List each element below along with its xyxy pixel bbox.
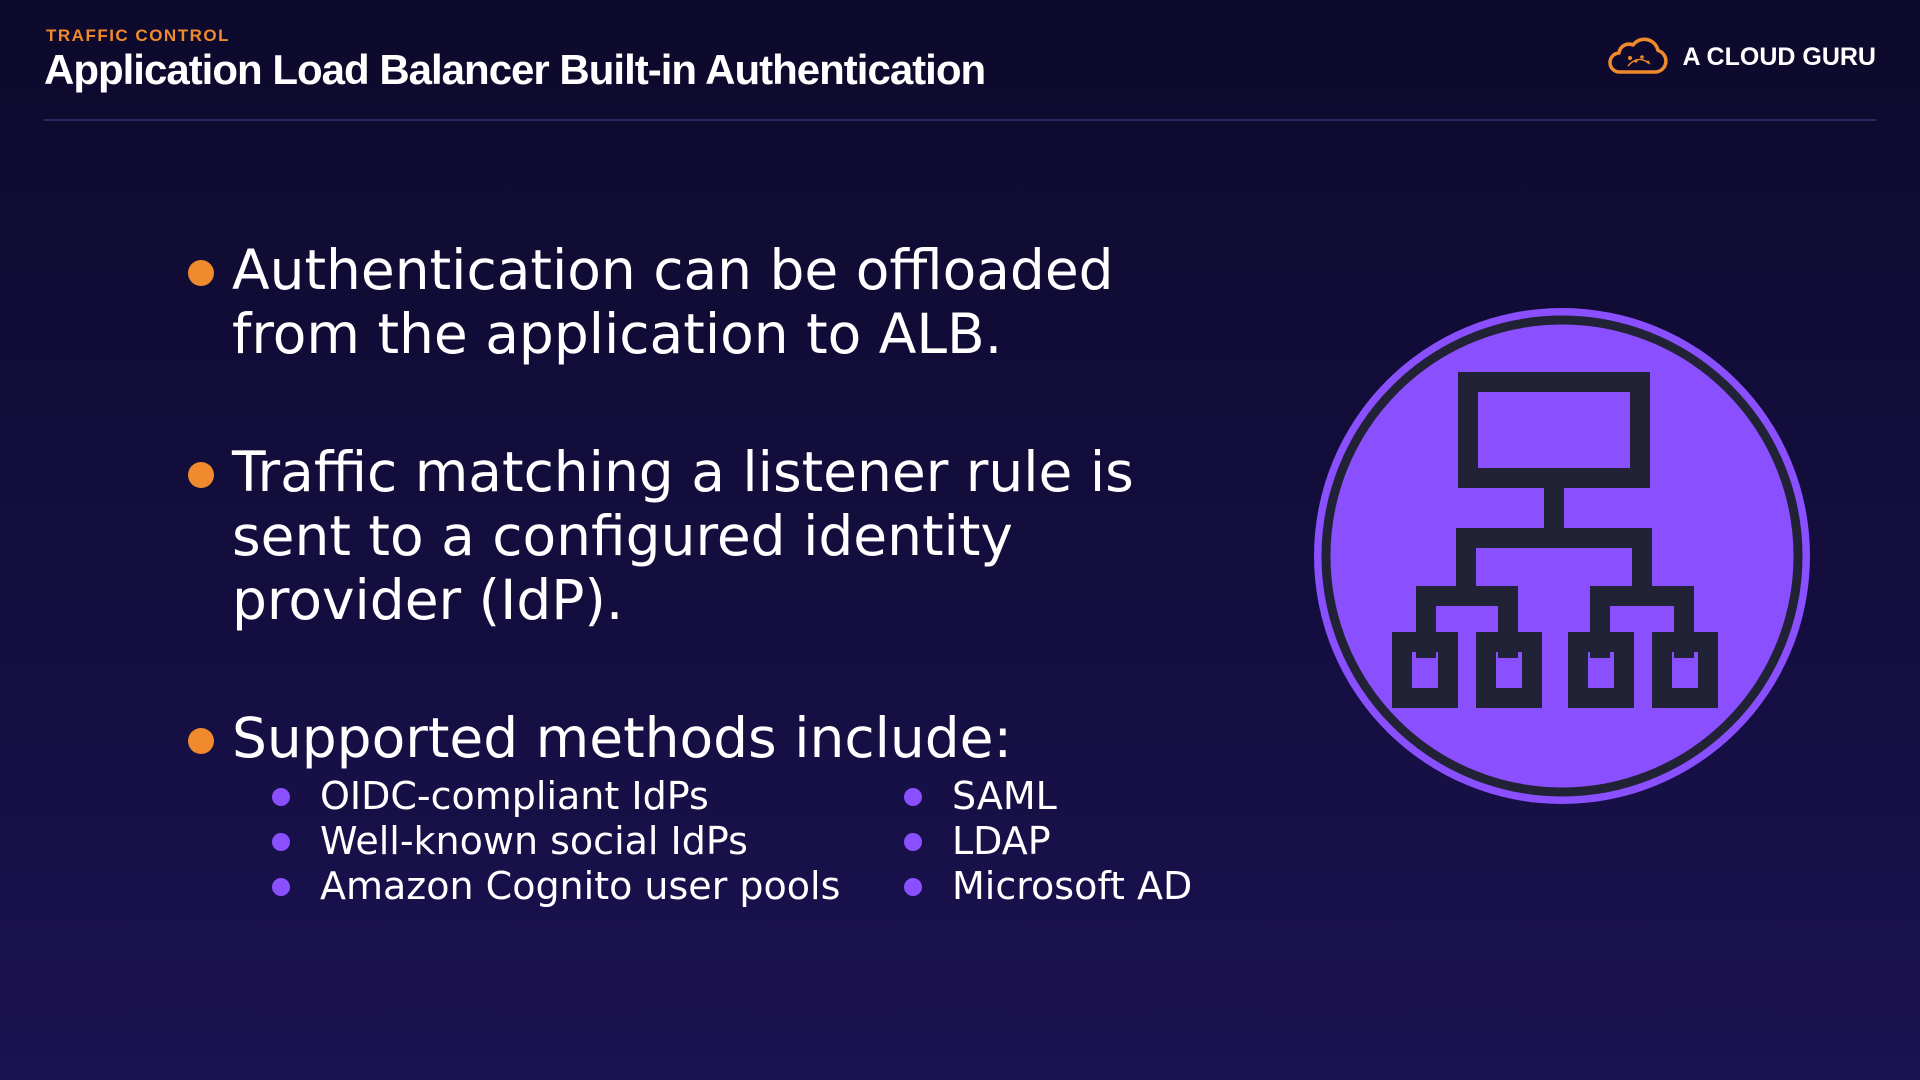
bullet-item: Authentication can be offloaded from the… <box>188 238 1114 366</box>
sub-bullet-dot <box>904 832 922 851</box>
sub-bullet-dot <box>272 787 290 806</box>
method-item: Amazon Cognito user pools <box>272 864 904 909</box>
bullet-dot <box>188 728 214 754</box>
bullet-dot <box>188 462 214 488</box>
method-item: Well-known social IdPs <box>272 819 904 864</box>
bullet-dot <box>188 260 214 286</box>
bullet-text: Supported methods include: <box>232 706 1012 770</box>
bullet-text: Traffic matching a listener rule is sent… <box>232 440 1134 632</box>
bullet-text: Authentication can be offloaded from the… <box>232 238 1114 366</box>
sub-bullet-dot <box>272 832 290 851</box>
slide-title: Application Load Balancer Built-in Authe… <box>44 46 986 93</box>
method-item: SAML <box>904 774 1224 819</box>
cloud-icon <box>1608 37 1669 74</box>
bullet-item: Traffic matching a listener rule is sent… <box>188 440 1134 632</box>
method-item: Microsoft AD <box>904 864 1224 909</box>
supported-methods-list: OIDC-compliant IdPs SAML Well-known soci… <box>272 774 1232 909</box>
section-label: TRAFFIC CONTROL <box>46 26 230 45</box>
sub-bullet-dot <box>904 877 922 896</box>
sub-bullet-dot <box>272 877 290 896</box>
sub-bullet-dot <box>904 787 922 806</box>
method-item: LDAP <box>904 819 1224 864</box>
brand-name: A CLOUD GURU <box>1682 42 1876 71</box>
method-item: OIDC-compliant IdPs <box>272 774 904 819</box>
header-divider <box>44 119 1876 121</box>
brand: A CLOUD GURU <box>1606 36 1876 78</box>
bullet-item: Supported methods include: <box>188 706 1012 770</box>
hierarchy-icon <box>1314 308 1810 804</box>
